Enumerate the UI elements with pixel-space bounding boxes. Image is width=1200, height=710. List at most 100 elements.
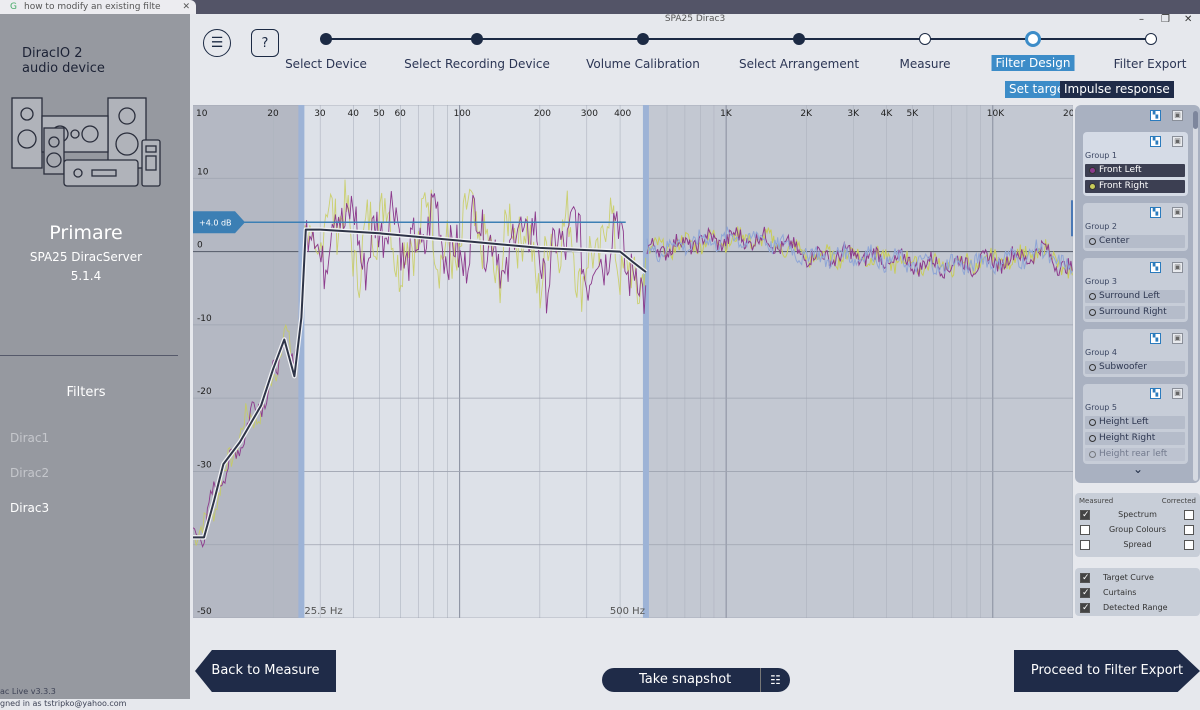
group-name: Group 3 [1085, 277, 1117, 286]
sidebar: DiracIO 2 audio device Primare SPA25 Dira… [0, 14, 190, 708]
maximize-icon[interactable]: ❐ [1161, 14, 1170, 25]
spread-measured-checkbox[interactable] [1080, 540, 1090, 550]
x-tick-label: 3K [847, 109, 860, 119]
option-detected-range: Detected Range [1075, 601, 1200, 615]
channel-surround-right[interactable]: Surround Right [1085, 306, 1185, 319]
group-name: Group 1 [1085, 151, 1117, 160]
spectrum-measured-checkbox[interactable] [1080, 508, 1090, 522]
proceed-to-filter-export-button[interactable]: Proceed to Filter Export [1014, 650, 1200, 692]
x-tick-label: 40 [347, 109, 359, 119]
corrected-header: Corrected [1161, 497, 1196, 505]
step-dot-filter-design[interactable] [1025, 31, 1041, 47]
channel-color-dot [1089, 435, 1096, 442]
group-lock-icon[interactable]: ▣ [1172, 110, 1183, 121]
target-curve-checkbox[interactable] [1080, 571, 1090, 585]
group-link-icon[interactable]: ▚ [1150, 136, 1161, 147]
close-tab-icon[interactable]: ✕ [182, 0, 190, 14]
y-tick-label: -50 [197, 607, 212, 617]
group-4[interactable]: ▚ ▣ Group 4 Subwoofer [1083, 329, 1188, 377]
y-tick-label: -10 [197, 314, 212, 324]
x-tick-label: 100 [454, 109, 471, 119]
channel-height-left[interactable]: Height Left [1085, 416, 1185, 429]
step-filter-design[interactable]: Filter Design [991, 55, 1075, 71]
group-link-icon[interactable]: ▚ [1150, 333, 1161, 344]
group-5[interactable]: ▚ ▣ Group 5 Height Left Height Right Hei… [1083, 384, 1188, 464]
step-dot-select-recording-device[interactable] [471, 33, 483, 45]
channel-color-dot [1089, 451, 1096, 458]
step-dot-measure[interactable] [919, 33, 931, 45]
take-snapshot-button[interactable]: Take snapshot ☷ [602, 668, 790, 692]
minimize-icon[interactable]: – [1139, 14, 1144, 25]
group-colours-corrected-checkbox[interactable] [1184, 525, 1194, 535]
channel-height-right[interactable]: Height Right [1085, 432, 1185, 445]
x-tick-label: 60 [394, 109, 406, 119]
filter-item-dirac1[interactable]: Dirac1 [10, 431, 49, 445]
y-tick-label: -20 [197, 387, 212, 397]
frequency-response-chart[interactable]: 1020304050601002003004001K2K3K4K5K10K202… [192, 94, 1075, 619]
group-lock-icon[interactable]: ▣ [1172, 333, 1183, 344]
chart-svg[interactable]: 1020304050601002003004001K2K3K4K5K10K202… [192, 94, 1075, 619]
curtains-checkbox[interactable] [1080, 586, 1090, 600]
spectrum-corrected-checkbox[interactable] [1184, 510, 1194, 520]
scrollbar-thumb[interactable] [1193, 111, 1198, 129]
channel-height-rear-left[interactable]: Height rear left [1085, 448, 1185, 461]
step-dot-volume-calibration[interactable] [637, 33, 649, 45]
group-lock-icon[interactable]: ▣ [1172, 262, 1183, 273]
channel-subwoofer[interactable]: Subwoofer [1085, 361, 1185, 374]
channel-label: Height Right [1099, 433, 1156, 443]
channel-front-left[interactable]: Front Left [1085, 164, 1185, 177]
step-select-arrangement[interactable]: Select Arrangement [739, 57, 859, 71]
group-link-icon[interactable]: ▚ [1150, 207, 1161, 218]
back-to-measure-button[interactable]: Back to Measure [195, 650, 336, 692]
group-link-icon[interactable]: ▚ [1150, 110, 1161, 121]
group-colours-measured-checkbox[interactable] [1080, 525, 1090, 535]
channel-center[interactable]: Center [1085, 235, 1185, 248]
step-dot-select-device[interactable] [320, 33, 332, 45]
group-lock-icon[interactable]: ▣ [1172, 388, 1183, 399]
group-lock-icon[interactable]: ▣ [1172, 207, 1183, 218]
snapshot-list-icon[interactable]: ☷ [760, 668, 790, 692]
group-2[interactable]: ▚ ▣ Group 2 Center [1083, 203, 1188, 251]
channel-color-dot [1089, 183, 1096, 190]
google-icon: G [10, 2, 17, 12]
step-dot-select-arrangement[interactable] [793, 33, 805, 45]
channel-label: Front Right [1099, 181, 1149, 191]
channel-color-dot [1089, 419, 1096, 426]
option-label: Detected Range [1103, 603, 1168, 612]
group-link-icon[interactable]: ▚ [1150, 388, 1161, 399]
x-tick-label: 300 [581, 109, 598, 119]
help-button[interactable]: ? [251, 29, 279, 57]
step-volume-calibration[interactable]: Volume Calibration [586, 57, 700, 71]
step-select-recording-device[interactable]: Select Recording Device [404, 57, 550, 71]
right-range-handle [1071, 200, 1074, 237]
channel-label: Surround Left [1099, 291, 1160, 301]
close-window-icon[interactable]: ✕ [1184, 14, 1192, 25]
browser-tab[interactable]: Ghow to modify an existing filte ✕ [0, 0, 196, 14]
step-filter-export[interactable]: Filter Export [1114, 57, 1187, 71]
step-measure[interactable]: Measure [900, 57, 951, 71]
detected-range-checkbox[interactable] [1080, 601, 1090, 615]
menu-button[interactable]: ☰ [203, 29, 231, 57]
group-link-icon[interactable]: ▚ [1150, 262, 1161, 273]
filter-item-dirac2[interactable]: Dirac2 [10, 466, 49, 480]
group-1[interactable]: ▚ ▣ Group 1 Front Left Front Right [1083, 132, 1188, 196]
right-curtain-label: 500 Hz [610, 606, 645, 617]
filter-item-dirac3[interactable]: Dirac3 [10, 501, 49, 515]
measured-header: Measured [1079, 497, 1114, 505]
step-select-device[interactable]: Select Device [285, 57, 367, 71]
y-tick-label: 0 [197, 241, 203, 251]
group-panel-scrollbar[interactable] [1193, 111, 1198, 481]
spread-corrected-checkbox[interactable] [1184, 540, 1194, 550]
curve-options-panel: Target Curve Curtains Detected Range [1075, 568, 1200, 616]
channel-front-right[interactable]: Front Right [1085, 180, 1185, 193]
menu-icon: ☰ [210, 35, 224, 51]
group-lock-icon[interactable]: ▣ [1172, 136, 1183, 147]
chevron-down-icon[interactable]: ⌄ [1133, 462, 1143, 476]
option-label: Spread [1123, 540, 1152, 549]
x-tick-label: 20 [267, 109, 279, 119]
step-dot-filter-export[interactable] [1145, 33, 1157, 45]
device-version: 5.1.4 [70, 269, 102, 283]
tab-impulse-response[interactable]: Impulse response [1060, 81, 1174, 98]
group-3[interactable]: ▚ ▣ Group 3 Surround Left Surround Right [1083, 258, 1188, 322]
channel-surround-left[interactable]: Surround Left [1085, 290, 1185, 303]
